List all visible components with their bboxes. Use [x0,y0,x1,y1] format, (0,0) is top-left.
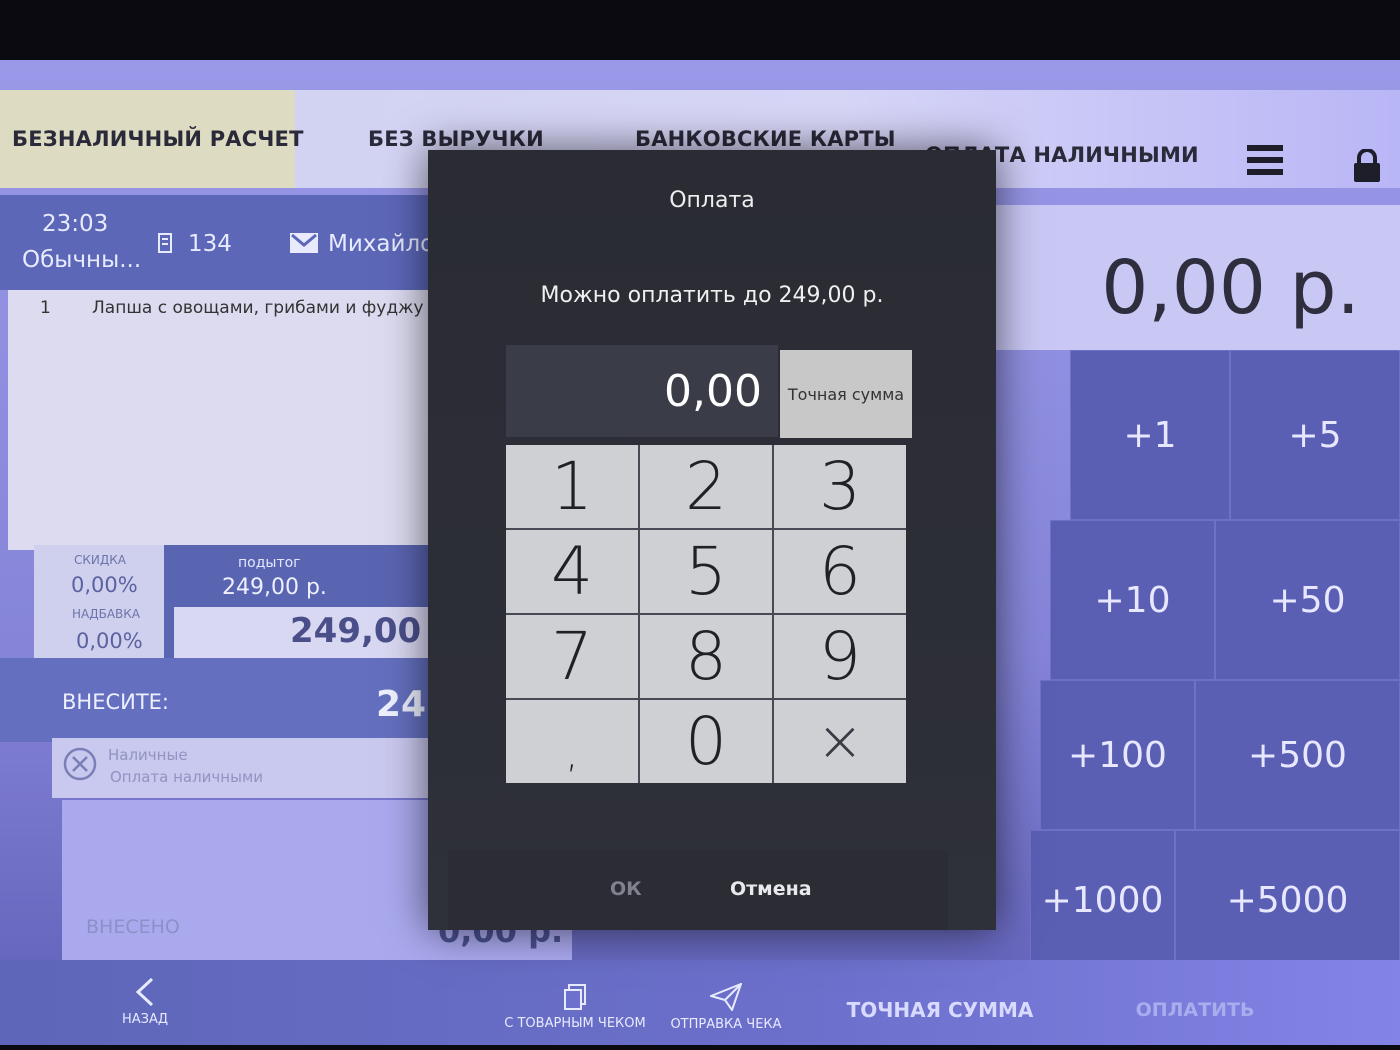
order-info-bar: 23:03 Обычны... 134 Михайло [0,195,440,290]
key-1[interactable]: 1 [506,445,638,528]
order-items-list: 1 Лапша с овощами, грибами и фуджу [8,290,440,550]
dialog-footer: ОК Отмена [448,850,948,930]
payment-line[interactable]: Наличные Оплата наличными [52,738,442,798]
with-receipt-label: С ТОВАРНЫМ ЧЕКОМ [504,1015,646,1031]
cancel-button[interactable]: Отмена [730,878,812,900]
quick-add-5[interactable]: +5 [1230,350,1400,520]
order-time: 23:03 [42,211,109,237]
key-0[interactable]: 0 [640,700,772,783]
paid-label: ВНЕСЕНО [86,916,180,938]
key-5[interactable]: 5 [640,530,772,613]
amount-due-bar: ВНЕСИТЕ: 249, [0,658,465,742]
waiter-icon [290,233,318,259]
payment-dialog: Оплата Можно оплатить до 249,00 р. 0,00 … [428,150,996,930]
chevron-left-icon [135,977,154,1006]
list-item[interactable]: 1 Лапша с овощами, грибами и фуджу [8,290,440,324]
ok-button[interactable]: ОК [610,878,642,900]
quick-add-1000[interactable]: +1000 [1030,830,1175,970]
subtotal-label: подытог [238,555,301,571]
key-clear[interactable]: × [774,700,906,783]
dialog-hint: Можно оплатить до 249,00 р. [540,283,884,308]
order-type: Обычны... [22,247,142,273]
table-number: 134 [188,231,232,257]
key-9[interactable]: 9 [774,615,906,698]
send-receipt-label: ОТПРАВКА ЧЕКА [670,1016,782,1032]
tab-cashless[interactable]: БЕЗНАЛИЧНЫЙ РАСЧЕТ [0,90,303,188]
amount-display-value: 0,00 р. [1101,245,1360,331]
totals-panel: скидка 0,00% надбавка 0,00% подытог 249,… [34,545,440,691]
key-8[interactable]: 8 [640,615,772,698]
key-2[interactable]: 2 [640,445,772,528]
quick-add-1[interactable]: +1 [1070,350,1230,520]
payment-description: Оплата наличными [110,768,264,786]
pay-label: ОПЛАТИТЬ [1135,999,1255,1021]
markup-label: надбавка [72,607,141,621]
numeric-keypad: 1 2 3 4 5 6 7 8 9 , 0 × [506,445,906,783]
quick-add-500[interactable]: +500 [1195,680,1400,830]
bottom-action-bar: НАЗАД С ТОВАРНЫМ ЧЕКОМ ОТПРАВКА ЧЕКА ТОЧ… [0,960,1400,1045]
amount-input[interactable]: 0,00 [506,345,778,437]
hamburger-menu-icon[interactable] [1245,140,1285,180]
quick-add-50[interactable]: +50 [1215,520,1400,680]
pay-button[interactable]: ОПЛАТИТЬ [1120,980,1270,1040]
key-7[interactable]: 7 [506,615,638,698]
markup-value: 0,00% [76,629,143,653]
payment-method: Наличные [108,746,188,764]
exact-sum-button[interactable]: ТОЧНАЯ СУММА [840,980,1040,1040]
exact-sum-label: ТОЧНАЯ СУММА [846,998,1034,1022]
item-qty: 1 [40,298,51,318]
quick-add-10[interactable]: +10 [1050,520,1215,680]
waiter-name: Михайло [328,231,435,257]
lock-icon[interactable] [1350,146,1384,186]
due-label: ВНЕСИТЕ: [62,690,170,714]
with-receipt-button[interactable]: С ТОВАРНЫМ ЧЕКОМ [500,976,650,1038]
key-3[interactable]: 3 [774,445,906,528]
key-comma[interactable]: , [506,700,638,783]
quick-add-5000[interactable]: +5000 [1175,830,1400,970]
send-receipt-button[interactable]: ОТПРАВКА ЧЕКА [666,976,786,1038]
back-button[interactable]: НАЗАД [110,966,180,1036]
amount-display: 0,00 р. [995,205,1400,350]
key-4[interactable]: 4 [506,530,638,613]
exact-amount-button[interactable]: Точная сумма [780,350,912,438]
dialog-title: Оплата [669,188,755,213]
subtotal-value: 249,00 р. [222,575,327,600]
receipt-copy-icon [564,983,586,1010]
back-label: НАЗАД [121,1011,169,1027]
receipt-icon [158,233,172,259]
quick-add-100[interactable]: +100 [1040,680,1195,830]
remove-circle-icon[interactable] [62,746,98,786]
item-name: Лапша с овощами, грибами и фуджу [92,298,424,318]
quick-amount-grid: +1 +5 +10 +50 +100 +500 +1000 +5000 [960,350,1400,970]
discount-label: скидка [74,553,126,567]
discount-value: 0,00% [71,573,138,597]
paper-plane-icon [710,982,742,1011]
key-6[interactable]: 6 [774,530,906,613]
